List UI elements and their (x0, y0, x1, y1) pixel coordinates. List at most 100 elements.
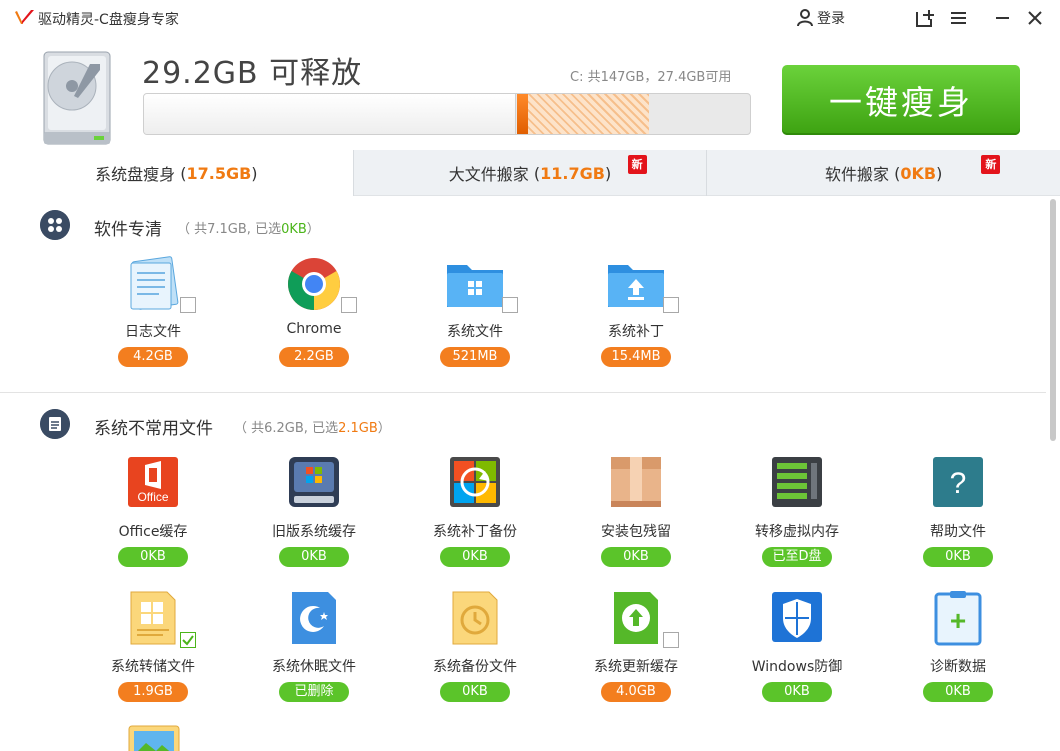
section-summary: （ 共6.2GB, 已选2.1GB） (234, 417, 391, 436)
new-badge: 新 (981, 155, 1001, 174)
clean-item[interactable]: 系统休眠文件 已删除 (244, 590, 384, 710)
title-bar[interactable]: 驱动精灵-C盘瘦身专家 登录 (0, 0, 1060, 38)
item-label: 系统转储文件 (111, 659, 195, 675)
used-space-fill (144, 94, 516, 134)
clean-item[interactable]: 转移虚拟内存 已至D盘 (727, 455, 867, 575)
item-label: 诊断数据 (930, 659, 986, 675)
scrollbar-thumb[interactable] (1050, 199, 1056, 441)
share-icon[interactable] (912, 6, 938, 30)
item-size-badge: 0KB (279, 547, 349, 567)
disk-usage-bar (143, 93, 751, 135)
office-icon: Office (128, 457, 178, 507)
clean-item[interactable]: Chrome 2.2GB (244, 255, 384, 375)
windows-defender-icon (772, 592, 822, 642)
clean-item[interactable]: + 诊断数据 0KB (888, 590, 1028, 710)
clean-item[interactable]: 系统补丁 15.4MB (566, 255, 706, 375)
patch-backup-icon (450, 457, 500, 507)
one-click-slim-button[interactable]: 一键瘦身 (782, 65, 1020, 135)
tab-large-file-move[interactable]: 大文件搬家 (11.7GB) 新 (354, 150, 708, 196)
tab-system-disk-slim[interactable]: 系统盘瘦身 (17.5GB) (0, 150, 354, 196)
item-checkbox[interactable] (502, 297, 518, 313)
user-icon (797, 9, 813, 27)
item-size-badge: 已至D盘 (762, 547, 832, 567)
clean-item[interactable]: 安装包残留 0KB (566, 455, 706, 575)
tab-label: 软件搬家 (825, 165, 890, 184)
item-size-badge: 0KB (762, 682, 832, 702)
item-checkbox[interactable] (180, 632, 196, 648)
clean-item[interactable]: 系统补丁备份 0KB (405, 455, 545, 575)
old-windows-icon (289, 457, 339, 507)
item-label: 日志文件 (125, 324, 181, 340)
login-button[interactable]: 登录 (797, 6, 845, 30)
diagnostic-icon-text: + (950, 605, 966, 636)
clean-item[interactable]: 系统更新缓存 4.0GB (566, 590, 706, 710)
item-size-badge: 4.0GB (601, 682, 671, 702)
menu-icon[interactable] (946, 6, 972, 30)
tab-size: 11.7GB (540, 163, 605, 183)
item-size-badge: 0KB (118, 547, 188, 567)
item-size-badge: 521MB (440, 347, 510, 367)
item-size-badge: 2.2GB (279, 347, 349, 367)
clean-item[interactable]: 日志文件 4.2GB (83, 255, 223, 375)
system-folder-icon (447, 265, 503, 307)
summary-suffix: ） (377, 421, 391, 436)
backup-file-icon (452, 591, 498, 645)
tab-software-move[interactable]: 软件搬家 (0KB) 新 (707, 150, 1060, 196)
item-label: 系统补丁 (608, 324, 664, 340)
chrome-icon (288, 258, 340, 310)
dump-file-icon (130, 591, 176, 645)
item-size-badge: 15.4MB (601, 347, 671, 367)
clean-item[interactable]: Windows防御 0KB (727, 590, 867, 710)
item-label: Windows防御 (751, 659, 843, 675)
clean-item[interactable]: 系统备份文件 0KB (405, 590, 545, 710)
section-divider (0, 392, 1046, 393)
item-label: 系统文件 (447, 324, 503, 340)
virtual-memory-icon (772, 457, 822, 507)
help-icon-text: ? (950, 467, 967, 500)
item-label: 系统休眠文件 (272, 659, 356, 675)
app-window: 驱动精灵-C盘瘦身专家 登录 29.2GB 可释放 C: 共147GB，27.4… (0, 0, 1060, 751)
selected-size: 2.1GB (338, 421, 378, 436)
clean-item[interactable]: 旧版系统缓存 0KB (244, 455, 384, 575)
summary-suffix: ） (306, 222, 320, 237)
item-size-badge: 0KB (440, 682, 510, 702)
cleanup-list: 软件专清 （ 共7.1GB, 已选0KB） 日志文件 4.2GB Chrome … (0, 197, 1046, 751)
item-size-badge: 4.2GB (118, 347, 188, 367)
item-label: 帮助文件 (930, 524, 986, 540)
diagnostic-data-icon: + (934, 591, 982, 646)
scrollbar[interactable] (1048, 197, 1058, 751)
item-checkbox[interactable] (341, 297, 357, 313)
check-icon (182, 635, 194, 646)
patch-folder-icon (608, 265, 664, 307)
item-checkbox[interactable] (663, 632, 679, 648)
login-label: 登录 (817, 11, 845, 27)
tab-paren-close: ) (604, 163, 612, 183)
hard-disk-icon (43, 51, 111, 145)
item-size-badge: 0KB (601, 547, 671, 567)
item-size-badge: 已删除 (279, 682, 349, 702)
section-summary: （ 共7.1GB, 已选0KB） (177, 218, 320, 237)
minimize-icon[interactable] (990, 6, 1016, 30)
clean-item[interactable]: 系统转储文件 1.9GB (83, 590, 223, 710)
item-label: Chrome (286, 321, 342, 337)
item-checkbox[interactable] (180, 297, 196, 313)
picture-file-icon (128, 725, 180, 751)
log-file-icon (130, 256, 179, 310)
clean-item[interactable]: 系统文件 521MB (405, 255, 545, 375)
releasable-space-fill (528, 94, 649, 134)
update-cache-icon (614, 592, 658, 644)
tab-bar: 系统盘瘦身 (17.5GB) 大文件搬家 (11.7GB) 新 软件搬家 (0K… (0, 150, 1060, 196)
section-title: 系统不常用文件 (94, 419, 213, 439)
clean-item[interactable]: Office Office缓存 0KB (83, 455, 223, 575)
clean-item[interactable]: ? 帮助文件 0KB (888, 455, 1028, 575)
document-list-icon (40, 409, 70, 439)
item-label: 转移虚拟内存 (755, 524, 839, 540)
app-title: 驱动精灵-C盘瘦身专家 (38, 12, 179, 28)
close-icon[interactable] (1022, 6, 1048, 30)
item-label: 系统更新缓存 (594, 659, 678, 675)
item-size-badge: 0KB (440, 547, 510, 567)
item-label: Office缓存 (118, 524, 188, 540)
item-label: 系统补丁备份 (433, 524, 517, 540)
item-checkbox[interactable] (663, 297, 679, 313)
item-size-badge: 0KB (923, 682, 993, 702)
